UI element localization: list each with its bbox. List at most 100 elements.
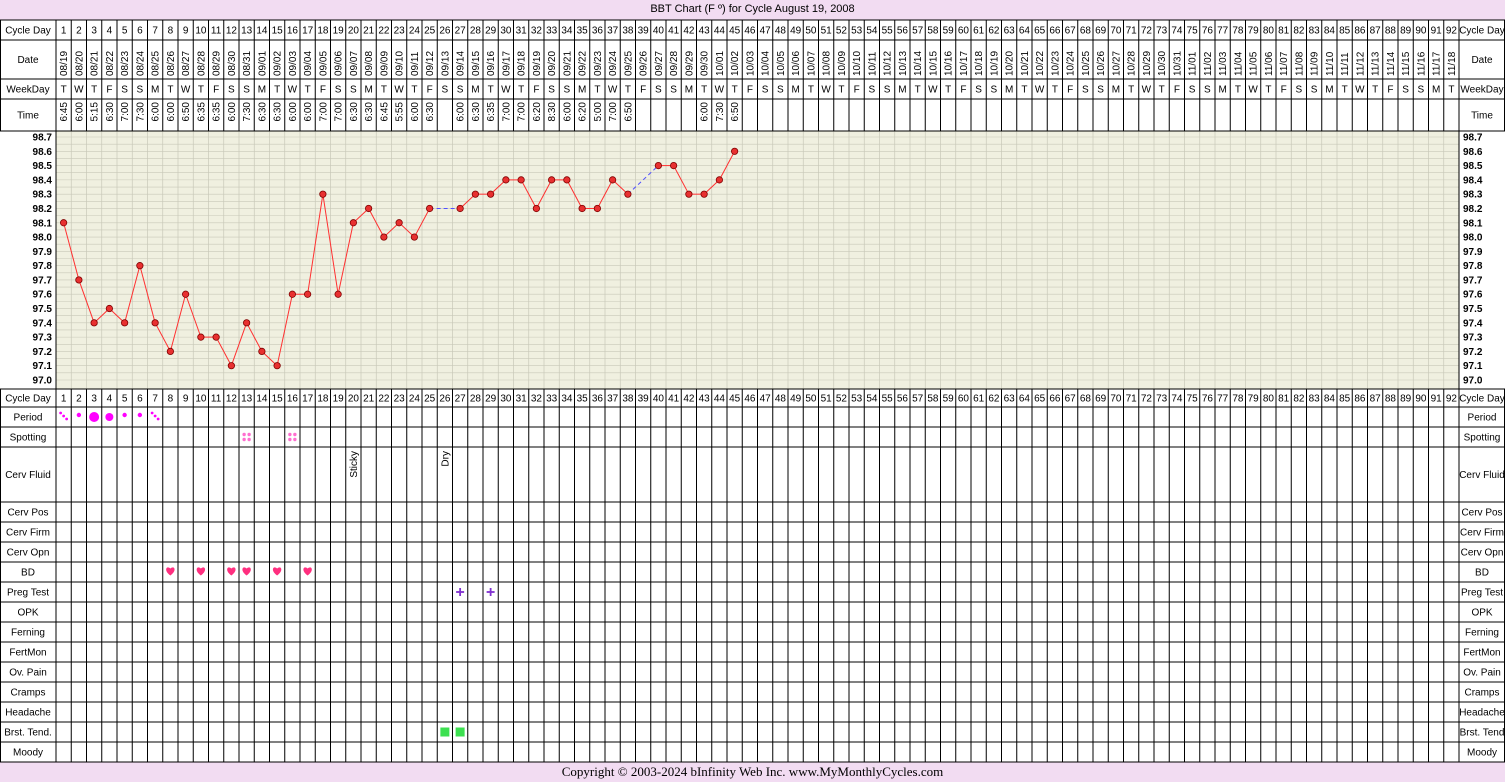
y-tick-label-right: 97.9 [1463, 247, 1483, 258]
cycle-day-number: 74 [1171, 26, 1183, 37]
time-label: 6:00 [151, 102, 162, 122]
date-label: 10/10 [852, 51, 863, 76]
temp-point [517, 176, 525, 184]
temp-point [731, 147, 739, 155]
time-label: 7:00 [608, 102, 619, 122]
cycle-day-number: 52 [836, 26, 848, 37]
weekday-letter: T [518, 85, 524, 96]
spotting-marker [242, 432, 246, 437]
copyright-footer: Copyright © 2003-2024 bInfinity Web Inc.… [561, 764, 944, 779]
y-tick-label-left: 97.5 [33, 304, 53, 315]
cycle-day-number: 34 [561, 26, 573, 37]
date-label: 10/20 [1005, 51, 1016, 76]
date-label: 09/13 [440, 51, 451, 76]
weekday-letter: S [335, 85, 342, 96]
weekday-letter: T [61, 85, 67, 96]
y-tick-label-right: 98.3 [1463, 190, 1483, 201]
weekday-letter: F [640, 85, 646, 96]
cycle-day-number: 19 [333, 26, 345, 37]
time-label: 6:00 [700, 102, 711, 122]
y-tick-label-right: 98.0 [1463, 233, 1483, 244]
time-label: 6:30 [257, 102, 268, 122]
cycle-day-number: 21 [363, 26, 375, 37]
date-label: 10/02 [730, 51, 741, 76]
temp-point [715, 176, 723, 184]
cycle-day-number-2: 44 [714, 394, 726, 405]
date-label: 09/28 [669, 51, 680, 76]
label-ferning-left: Ferning [11, 628, 45, 639]
date-label: 08/20 [74, 51, 85, 76]
cycle-day-number-2: 8 [168, 394, 174, 405]
date-label: 08/21 [90, 51, 101, 76]
weekday-letter: M [1112, 85, 1120, 96]
weekday-letter: S [564, 85, 571, 96]
label-opk-left: OPK [17, 608, 38, 619]
date-label: 09/05 [318, 51, 329, 76]
y-tick-label-right: 97.1 [1463, 361, 1483, 372]
label-fertmon-left: FertMon [9, 648, 46, 659]
date-label: 09/24 [608, 51, 619, 76]
cycle-day-number-2: 55 [882, 394, 894, 405]
cycle-day-number-2: 20 [348, 394, 360, 405]
temp-point [60, 219, 68, 227]
cycle-day-number: 5 [122, 26, 128, 37]
temp-point [654, 161, 662, 170]
temp-point [166, 347, 174, 356]
time-label: 6:30 [425, 102, 436, 122]
date-label: 10/25 [1081, 51, 1092, 76]
y-tick-label-left: 98.4 [33, 175, 53, 186]
cycle-day-number: 8 [168, 26, 174, 37]
temp-point [395, 219, 403, 227]
label-moody-right: Moody [1467, 748, 1497, 759]
cycle-day-number-2: 45 [729, 394, 741, 405]
y-tick-label-right: 98.4 [1463, 175, 1483, 186]
label-period-left: Period [14, 413, 43, 424]
temp-point [258, 347, 266, 356]
spotting-marker [242, 437, 246, 442]
label-brst-tend-left: Brst. Tend. [4, 728, 52, 739]
weekday-letter: W [928, 85, 938, 96]
cycle-day-number-2: 1 [61, 394, 67, 405]
weekday-letter: S [777, 85, 784, 96]
cycle-day-number: 81 [1278, 26, 1290, 37]
y-tick-label-left: 98.1 [33, 218, 53, 229]
date-label: 08/26 [166, 51, 177, 76]
date-label: 09/04 [303, 51, 314, 76]
label-cycle-day-right: Cycle Day [1459, 26, 1505, 37]
weekday-letter: T [1052, 85, 1058, 96]
temp-point [548, 176, 556, 184]
cycle-day-number-2: 88 [1385, 394, 1397, 405]
period-spotty-marker [153, 414, 157, 418]
date-label: 10/19 [989, 51, 1000, 76]
date-label: 09/03 [288, 51, 299, 76]
date-label: 11/02 [1203, 51, 1214, 76]
label-date-right: Date [1471, 55, 1493, 66]
weekday-letter: T [1128, 85, 1134, 96]
cycle-day-number-2: 58 [927, 394, 939, 405]
cycle-day-number: 56 [897, 26, 909, 37]
weekday-letter: F [213, 85, 219, 96]
cycle-day-number-2: 2 [76, 394, 82, 405]
temp-point [273, 362, 281, 370]
temp-point [578, 204, 586, 213]
cycle-day-number-2: 18 [317, 394, 329, 405]
date-label: 10/14 [913, 51, 924, 76]
weekday-letter: S [991, 85, 998, 96]
y-tick-label-right: 98.1 [1463, 218, 1483, 229]
date-label: 11/03 [1218, 51, 1229, 76]
cycle-day-number-2: 23 [394, 394, 406, 405]
cycle-day-number-2: 65 [1034, 394, 1046, 405]
cycle-day-number-2: 14 [256, 394, 268, 405]
weekday-letter: W [1035, 85, 1045, 96]
cycle-day-number-2: 53 [851, 394, 863, 405]
temp-point [624, 190, 632, 198]
cycle-day-number: 11 [211, 26, 222, 37]
cycle-day-number-2: 24 [409, 394, 421, 405]
time-label: 7:30 [242, 102, 253, 122]
time-label: 6:00 [410, 102, 421, 122]
weekday-letter: S [350, 85, 357, 96]
weekday-letter: W [288, 85, 298, 96]
cycle-day-number: 70 [1110, 26, 1122, 37]
cycle-day-number-2: 90 [1415, 394, 1427, 405]
label-period-right: Period [1468, 413, 1497, 424]
